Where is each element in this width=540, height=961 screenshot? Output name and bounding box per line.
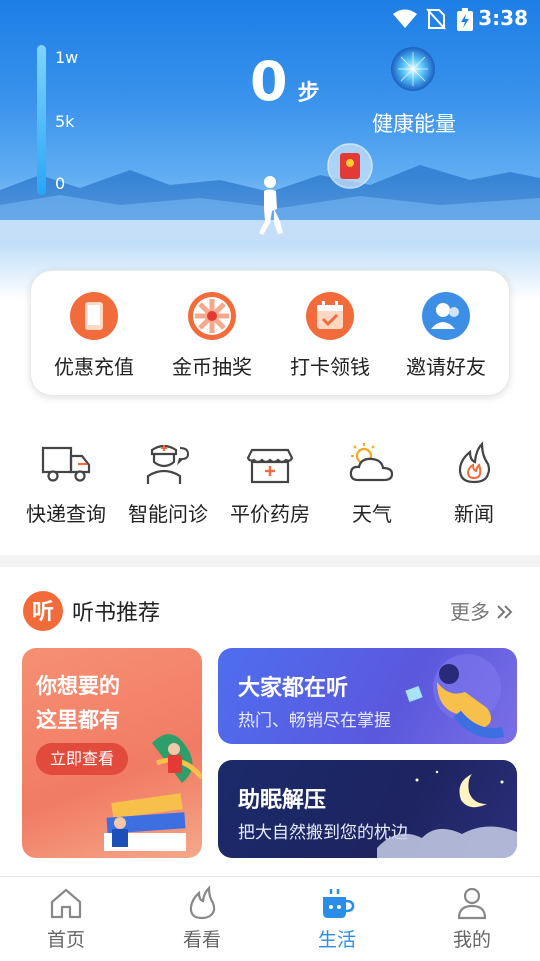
home-icon xyxy=(50,888,82,919)
person-icon xyxy=(457,887,487,920)
tile-title: 助眠解压 xyxy=(238,788,327,813)
weather-icon xyxy=(349,443,394,482)
gauge-label-min: 0 xyxy=(55,174,66,193)
tile-popular[interactable]: 大家都在听 热门、畅销尽在掌握 xyxy=(218,648,517,744)
flame-outline-icon xyxy=(189,885,216,920)
reading-illustration xyxy=(104,734,202,851)
pharmacy-icon xyxy=(246,448,294,484)
gauge-label-mid: 5k xyxy=(55,112,75,131)
tile-sleep[interactable]: 助眠解压 把大自然搬到您的枕边 xyxy=(218,760,517,858)
more-label: 更多 xyxy=(450,600,490,624)
ting-logo-text: 听 xyxy=(32,600,54,625)
truck-icon xyxy=(41,446,91,482)
quick-action-label: 优惠充值 xyxy=(54,355,134,379)
red-packet-bubble-icon[interactable] xyxy=(326,142,374,190)
tab-label: 看看 xyxy=(182,929,221,951)
step-gauge xyxy=(37,45,46,195)
tab-label: 我的 xyxy=(452,929,491,951)
lucky-wheel-icon xyxy=(188,292,236,340)
fire-icon xyxy=(458,441,491,484)
more-link[interactable]: 更多 xyxy=(450,596,514,625)
cup-icon xyxy=(323,889,355,918)
quick-action-label: 邀请好友 xyxy=(406,355,486,379)
quick-action-recharge[interactable]: 优惠充值 xyxy=(35,291,153,380)
walking-person-icon xyxy=(259,176,283,235)
service-label: 平价药房 xyxy=(230,502,310,526)
no-sim-icon xyxy=(426,8,446,30)
steps-unit: 步 xyxy=(297,81,320,106)
service-label: 智能问诊 xyxy=(128,502,208,526)
service-label: 新闻 xyxy=(454,502,494,526)
bottom-tab-bar: 首页 看看 生活 我的 xyxy=(0,876,540,961)
tab-life[interactable]: 生活 xyxy=(287,885,387,952)
tile-title: 大家都在听 xyxy=(238,676,349,701)
listening-girl-illustration xyxy=(405,654,505,739)
service-news[interactable]: 新闻 xyxy=(422,440,526,527)
ting-logo-icon: 听 xyxy=(23,591,63,631)
service-doctor[interactable]: 智能问诊 xyxy=(116,440,220,527)
doctor-icon xyxy=(146,444,190,484)
quick-action-label: 金币抽奖 xyxy=(172,355,252,379)
hero-banner: 3:38 1w 5k 0 0步 健康能量 xyxy=(0,0,540,300)
tab-label: 生活 xyxy=(317,929,356,951)
status-bar: 3:38 xyxy=(0,0,540,36)
quick-action-label: 打卡领钱 xyxy=(290,355,370,379)
moon-night-illustration xyxy=(377,770,517,858)
tab-me[interactable]: 我的 xyxy=(422,885,522,952)
step-counter: 0步 xyxy=(250,50,320,113)
double-chevron-right-icon xyxy=(497,605,513,619)
quick-action-card: 优惠充值 金币抽奖 打卡领钱 邀请好友 xyxy=(30,270,510,396)
wifi-icon xyxy=(393,9,417,28)
tablet-icon xyxy=(70,292,118,340)
tab-home[interactable]: 首页 xyxy=(16,885,116,952)
quick-action-invite[interactable]: 邀请好友 xyxy=(387,291,505,380)
battery-charging-icon xyxy=(457,8,473,31)
clock: 3:38 xyxy=(478,6,528,30)
section-title: 听书推荐 xyxy=(72,601,161,626)
tab-label: 首页 xyxy=(46,929,85,951)
calendar-check-icon xyxy=(306,292,354,340)
energy-label[interactable]: 健康能量 xyxy=(372,108,456,138)
service-pharmacy[interactable]: 平价药房 xyxy=(218,440,322,527)
quick-action-checkin[interactable]: 打卡领钱 xyxy=(271,291,389,380)
service-label: 天气 xyxy=(352,502,392,526)
energy-orb-icon[interactable] xyxy=(388,44,438,94)
tile-subtitle: 热门、畅销尽在掌握 xyxy=(238,711,391,731)
steps-value: 0 xyxy=(250,50,288,113)
section-divider xyxy=(0,555,540,567)
promo-line-1: 你想要的 xyxy=(36,674,120,698)
user-invite-icon xyxy=(422,292,470,340)
gauge-label-max: 1w xyxy=(55,48,79,67)
service-label: 快递查询 xyxy=(26,502,106,526)
service-weather[interactable]: 天气 xyxy=(320,440,424,527)
service-express[interactable]: 快递查询 xyxy=(14,440,118,527)
tab-watch[interactable]: 看看 xyxy=(152,885,252,952)
quick-action-lottery[interactable]: 金币抽奖 xyxy=(153,291,271,380)
promo-card[interactable]: 你想要的 这里都有 立即查看 xyxy=(22,648,202,858)
